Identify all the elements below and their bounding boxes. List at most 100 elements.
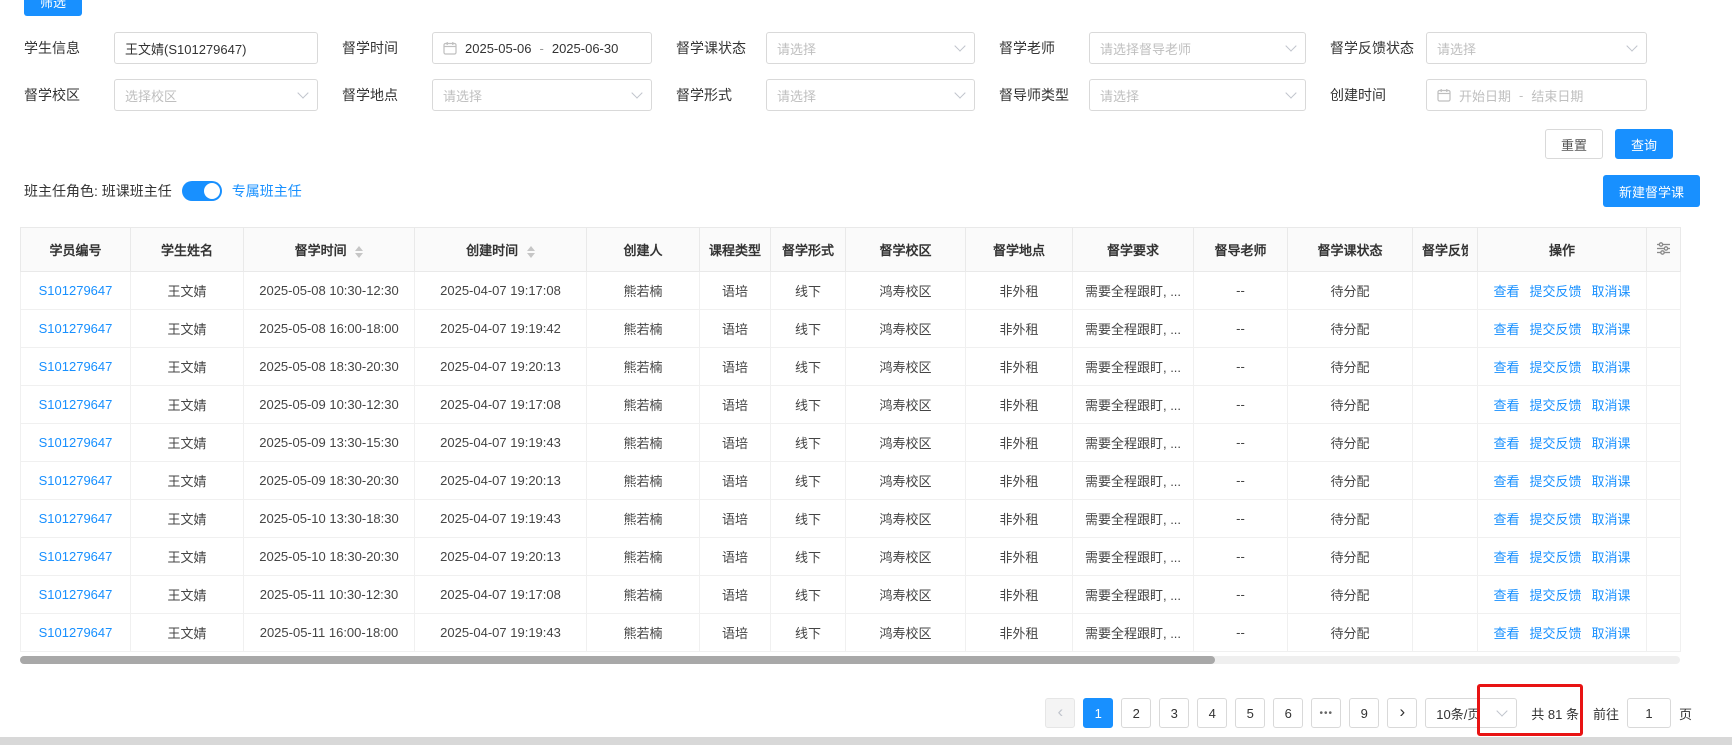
form-type-select[interactable]: 请选择: [766, 79, 975, 111]
page-number-4[interactable]: 4: [1197, 698, 1227, 728]
page-ellipsis[interactable]: •••: [1311, 698, 1341, 728]
create-time-range-picker[interactable]: 开始日期 - 结束日期: [1426, 79, 1647, 111]
action-link-3[interactable]: 取消课: [1592, 284, 1631, 299]
prev-page-button[interactable]: ‹: [1045, 698, 1075, 728]
cell-course_type: 语培: [700, 272, 771, 310]
supervise-time-range-picker[interactable]: 2025-05-06 - 2025-06-30: [432, 32, 652, 64]
action-link-1[interactable]: 查看: [1493, 398, 1519, 413]
cell-form: 线下: [771, 538, 846, 576]
action-link-1[interactable]: 查看: [1493, 322, 1519, 337]
page-horizontal-scrollbar[interactable]: [0, 737, 1732, 745]
action-link-2[interactable]: 提交反馈: [1529, 398, 1581, 413]
cell-id[interactable]: S101279647: [21, 462, 131, 500]
action-link-1[interactable]: 查看: [1493, 588, 1519, 603]
action-link-2[interactable]: 提交反馈: [1529, 512, 1581, 527]
student-info-input[interactable]: [114, 32, 318, 64]
action-link-3[interactable]: 取消课: [1592, 550, 1631, 565]
chevron-down-icon: [954, 40, 965, 51]
cell-id[interactable]: S101279647: [21, 500, 131, 538]
col-operations: 操作: [1478, 228, 1647, 272]
feedback-status-select[interactable]: 请选择: [1426, 32, 1647, 64]
role-toggle-switch[interactable]: [182, 181, 222, 201]
action-link-3[interactable]: 取消课: [1592, 322, 1631, 337]
cell-id[interactable]: S101279647: [21, 538, 131, 576]
action-link-1[interactable]: 查看: [1493, 284, 1519, 299]
cell-id[interactable]: S101279647: [21, 614, 131, 652]
cell-requirement: 需要全程跟盯, ...: [1073, 614, 1194, 652]
action-link-2[interactable]: 提交反馈: [1529, 588, 1581, 603]
supervisor-type-select[interactable]: 请选择: [1089, 79, 1306, 111]
cell-requirement: 需要全程跟盯, ...: [1073, 462, 1194, 500]
col-status: 督学课状态: [1288, 228, 1413, 272]
top-partial-button[interactable]: 筛选: [24, 0, 82, 16]
action-link-1[interactable]: 查看: [1493, 626, 1519, 641]
action-link-2[interactable]: 提交反馈: [1529, 284, 1581, 299]
cell-form: 线下: [771, 614, 846, 652]
action-link-3[interactable]: 取消课: [1592, 512, 1631, 527]
action-link-2[interactable]: 提交反馈: [1529, 436, 1581, 451]
action-link-3[interactable]: 取消课: [1592, 398, 1631, 413]
reset-button[interactable]: 重置: [1545, 129, 1603, 159]
chevron-down-icon: [631, 87, 642, 98]
action-link-1[interactable]: 查看: [1493, 550, 1519, 565]
filter-supervisor-type: 督导师类型 请选择: [999, 79, 1330, 111]
action-link-1[interactable]: 查看: [1493, 474, 1519, 489]
cell-id[interactable]: S101279647: [21, 576, 131, 614]
action-link-1[interactable]: 查看: [1493, 436, 1519, 451]
cell-time: 2025-05-10 18:30-20:30: [244, 538, 415, 576]
action-link-2[interactable]: 提交反馈: [1529, 474, 1581, 489]
cell-creator: 熊若楠: [587, 576, 700, 614]
cell-id[interactable]: S101279647: [21, 386, 131, 424]
cell-requirement: 需要全程跟盯, ...: [1073, 576, 1194, 614]
cell-id[interactable]: S101279647: [21, 348, 131, 386]
action-link-2[interactable]: 提交反馈: [1529, 550, 1581, 565]
cell-id[interactable]: S101279647: [21, 272, 131, 310]
goto-page-input[interactable]: [1627, 698, 1671, 728]
goto-suffix: 页: [1679, 704, 1692, 723]
feedback-status-label: 督学反馈状态: [1330, 38, 1426, 58]
campus-label: 督学校区: [24, 85, 114, 105]
cell-requirement: 需要全程跟盯, ...: [1073, 424, 1194, 462]
action-link-2[interactable]: 提交反馈: [1529, 626, 1581, 641]
action-link-2[interactable]: 提交反馈: [1529, 322, 1581, 337]
location-select[interactable]: 请选择: [432, 79, 652, 111]
cell-supervisor: --: [1194, 348, 1288, 386]
page-number-3[interactable]: 3: [1159, 698, 1189, 728]
action-link-3[interactable]: 取消课: [1592, 436, 1631, 451]
cell-id[interactable]: S101279647: [21, 424, 131, 462]
total-count: 共 81 条: [1531, 704, 1579, 723]
cell-status: 待分配: [1288, 348, 1413, 386]
teacher-select[interactable]: 请选择督导老师: [1089, 32, 1306, 64]
action-link-3[interactable]: 取消课: [1592, 588, 1631, 603]
action-link-1[interactable]: 查看: [1493, 512, 1519, 527]
filter-row-1: 学生信息 督学时间 2025-05-06 - 2025-06-30 督学课状态 …: [24, 32, 1732, 64]
campus-select[interactable]: 选择校区: [114, 79, 318, 111]
col-create-time[interactable]: 创建时间: [415, 228, 587, 272]
scrollbar-thumb[interactable]: [20, 656, 1215, 664]
page-number-5[interactable]: 5: [1235, 698, 1265, 728]
action-link-3[interactable]: 取消课: [1592, 626, 1631, 641]
next-page-button[interactable]: ›: [1387, 698, 1417, 728]
page-number-6[interactable]: 6: [1273, 698, 1303, 728]
action-link-1[interactable]: 查看: [1493, 360, 1519, 375]
sort-icons[interactable]: [355, 246, 363, 258]
cell-name: 王文婧: [131, 424, 244, 462]
column-settings-icon[interactable]: [1647, 228, 1681, 272]
page-size-select[interactable]: 10条/页: [1425, 698, 1517, 728]
page-number-2[interactable]: 2: [1121, 698, 1151, 728]
page-number-1[interactable]: 1: [1083, 698, 1113, 728]
sort-icons[interactable]: [527, 246, 535, 258]
action-link-2[interactable]: 提交反馈: [1529, 360, 1581, 375]
action-link-3[interactable]: 取消课: [1592, 360, 1631, 375]
exclusive-head-teacher-link[interactable]: 专属班主任: [232, 181, 302, 201]
search-button[interactable]: 查询: [1615, 129, 1673, 159]
course-status-select[interactable]: 请选择: [766, 32, 975, 64]
action-link-3[interactable]: 取消课: [1592, 474, 1631, 489]
page-number-9[interactable]: 9: [1349, 698, 1379, 728]
filter-create-time: 创建时间 开始日期 - 结束日期: [1330, 79, 1687, 111]
col-supervise-time[interactable]: 督学时间: [244, 228, 415, 272]
cell-time: 2025-05-09 10:30-12:30: [244, 386, 415, 424]
table-horizontal-scrollbar[interactable]: [20, 656, 1680, 664]
cell-id[interactable]: S101279647: [21, 310, 131, 348]
new-supervision-course-button[interactable]: 新建督学课: [1603, 175, 1700, 207]
